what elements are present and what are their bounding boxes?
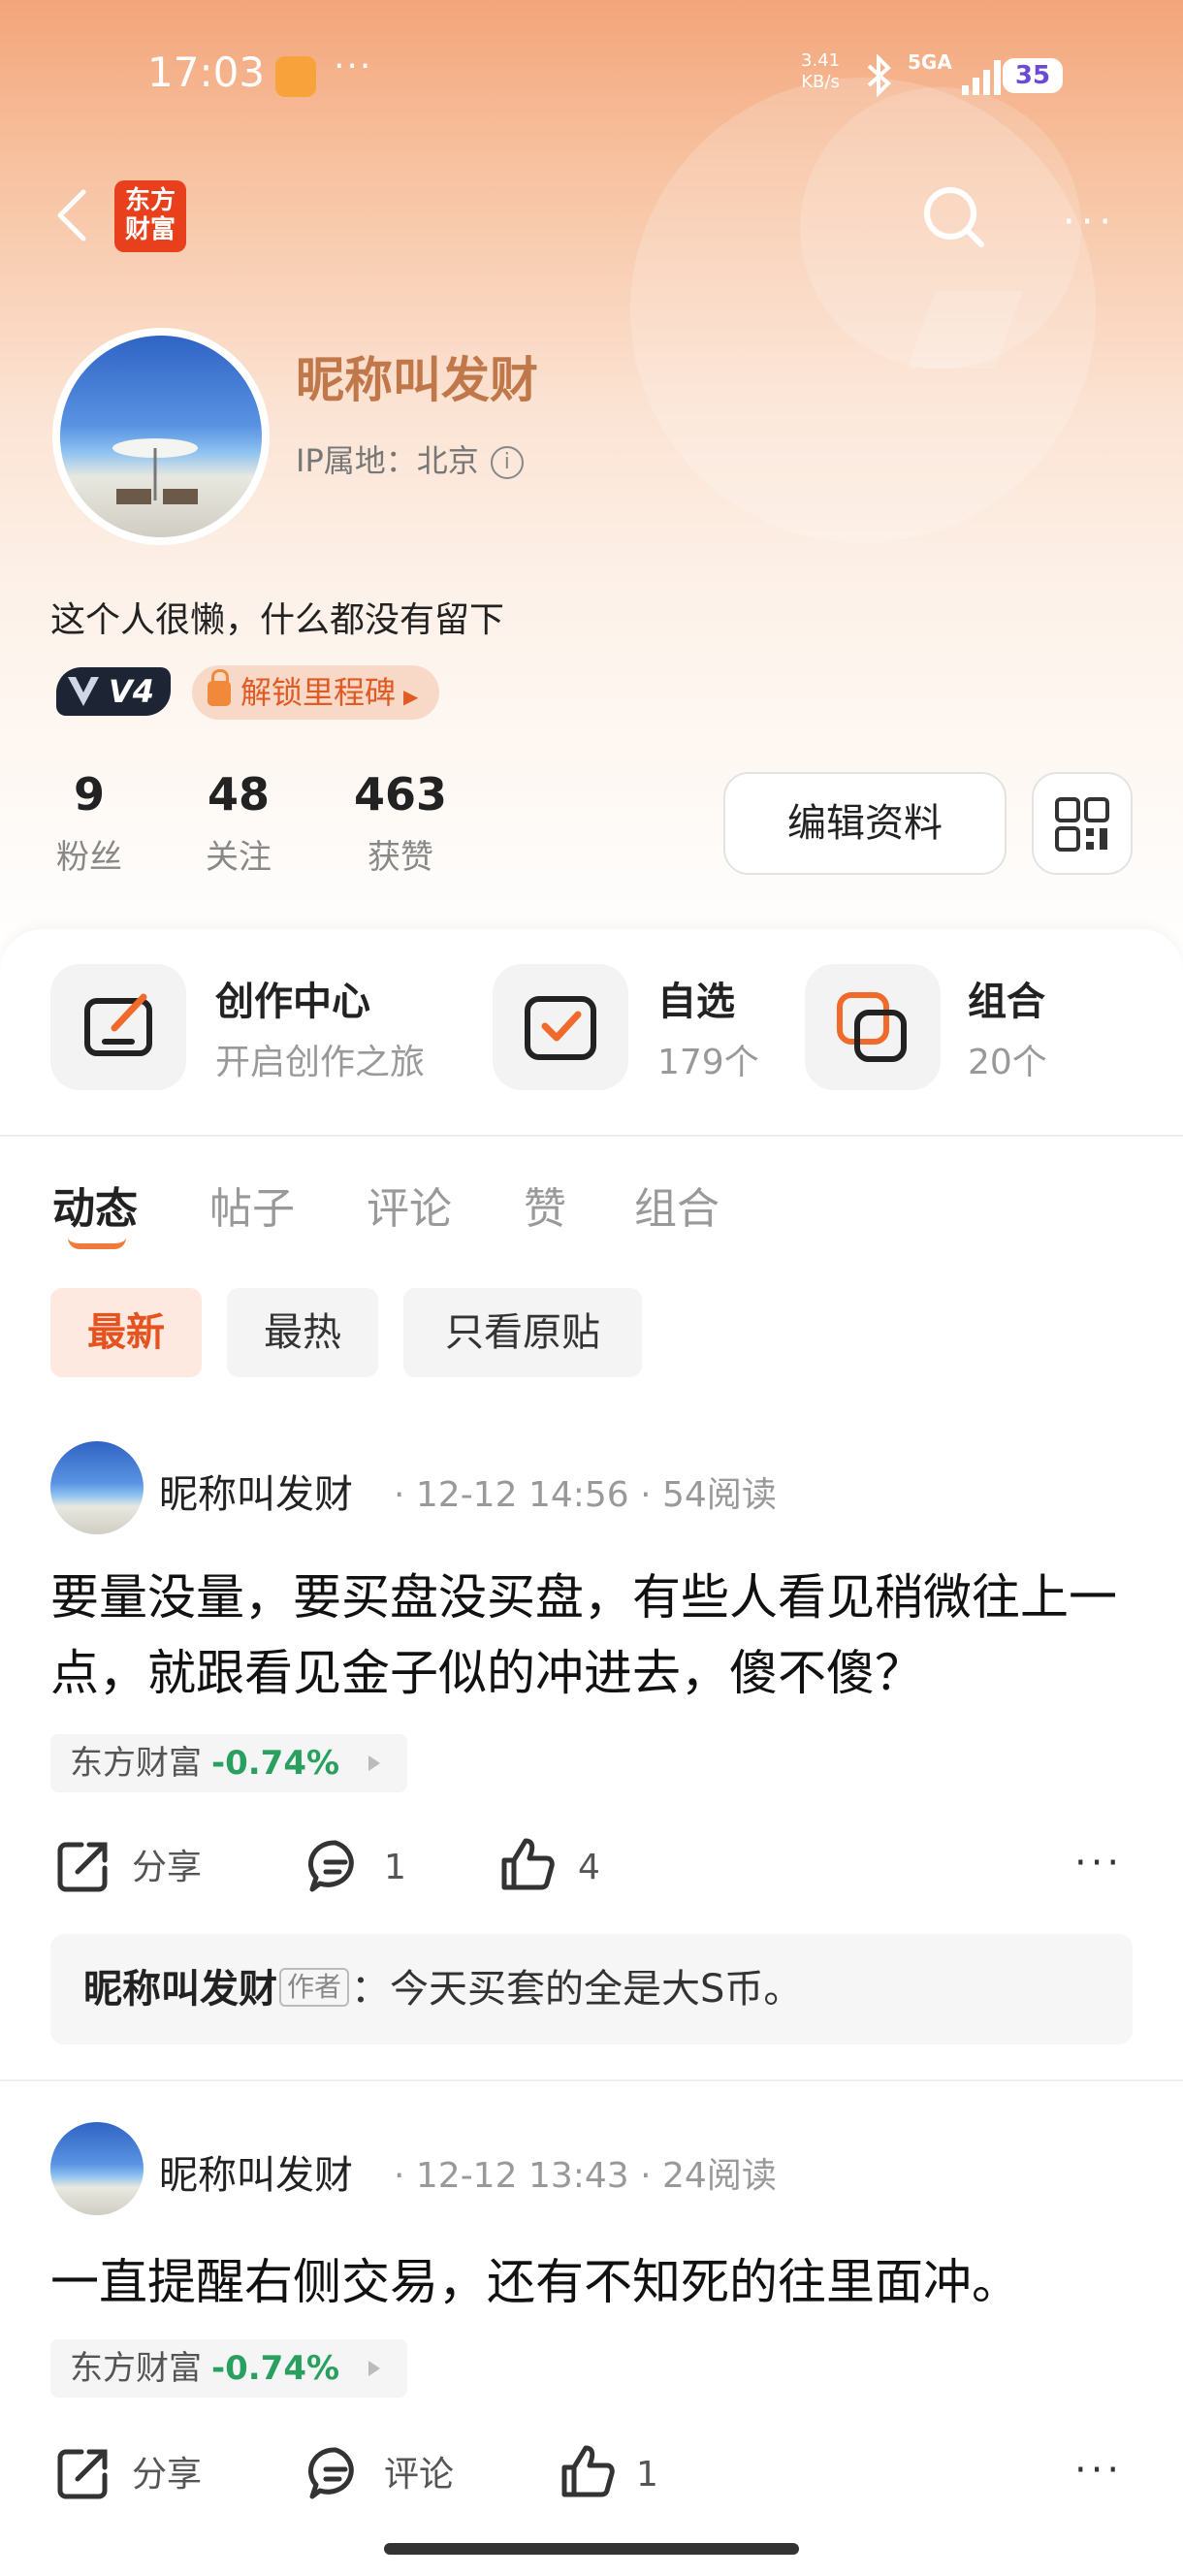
stat-followers[interactable]: 9 粉丝 — [56, 768, 122, 878]
comment-icon[interactable] — [306, 1837, 365, 1895]
profile-bio: 这个人很懒，什么都没有留下 — [50, 600, 505, 640]
followers-label: 粉丝 — [56, 838, 122, 877]
like-icon[interactable] — [559, 2442, 617, 2500]
reply-author: 昵称叫发财 — [83, 1967, 277, 2012]
shortcut-subtitle: 20个 — [968, 1043, 1047, 1082]
level-text: V4 — [109, 673, 155, 710]
tab-likes[interactable]: 赞 — [524, 1174, 566, 1236]
tab-comments[interactable]: 评论 — [367, 1174, 452, 1236]
like-count[interactable]: 1 — [636, 2446, 658, 2504]
stock-name: 东方财富 — [70, 2349, 202, 2388]
shortcut-card: 创作中心 开启创作之旅 自选 179个 组合 20个 — [0, 929, 1183, 1135]
reply-preview[interactable]: 昵称叫发财 作者 ：今天买套的全是大S币。 — [50, 1934, 1133, 2045]
avatar[interactable] — [50, 1441, 144, 1534]
notification-app-icon — [275, 56, 316, 97]
edit-icon — [50, 964, 186, 1090]
share-icon[interactable] — [54, 1837, 112, 1895]
more-icon[interactable]: ··· — [1063, 200, 1117, 244]
filter-latest[interactable]: 最新 — [50, 1288, 202, 1377]
post-text[interactable]: 要量没量，要买盘没买盘，有些人看见稍微往上一点，就跟看见金子似的冲进去，傻不傻？ — [50, 1560, 1136, 1711]
level-v-icon — [68, 677, 99, 706]
chevron-right-icon: ▶ — [403, 685, 419, 708]
ip-location: IP属地：北京 i — [296, 436, 524, 481]
stock-tag[interactable]: 东方财富 -0.74% — [50, 2339, 408, 2398]
shortcut-title: 自选 — [657, 980, 735, 1024]
status-bar: 17:03 ··· 3.41 KB/s 5GA 35 — [0, 0, 1183, 155]
divider — [0, 1135, 1183, 1137]
like-icon[interactable] — [498, 1835, 557, 1893]
stock-name: 东方财富 — [70, 1744, 202, 1783]
network-type: 5GA — [908, 50, 952, 74]
level-badge[interactable]: V4 — [56, 667, 171, 716]
avatar-image — [60, 336, 262, 537]
status-more-dots: ··· — [334, 47, 373, 86]
reply-text: ：今天买套的全是大S币。 — [351, 1967, 803, 2012]
ip-location-text: IP属地：北京 — [296, 442, 479, 479]
qr-code-icon — [1055, 797, 1109, 852]
profile-avatar[interactable] — [52, 328, 270, 545]
app-logo[interactable]: 东方财富 — [114, 180, 186, 252]
post-divider — [0, 2079, 1183, 2081]
post-more-icon[interactable]: ··· — [1074, 2448, 1123, 2493]
bluetooth-icon — [867, 54, 891, 97]
stat-following[interactable]: 48 关注 — [200, 768, 277, 878]
qr-code-button[interactable] — [1032, 772, 1133, 875]
share-icon[interactable] — [54, 2444, 112, 2502]
comment-button[interactable]: 评论 — [384, 2446, 454, 2504]
network-speed: 3.41 KB/s — [801, 50, 840, 93]
post-text[interactable]: 一直提醒右侧交易，还有不知死的往里面冲。 — [50, 2244, 1136, 2320]
status-time: 17:03 — [147, 48, 266, 96]
shortcut-subtitle: 179个 — [657, 1043, 759, 1082]
tab-dynamics[interactable]: 动态 — [52, 1174, 138, 1236]
likes-count: 463 — [353, 768, 448, 821]
network-speed-unit: KB/s — [801, 72, 840, 92]
post-more-icon[interactable]: ··· — [1074, 1841, 1123, 1885]
following-label: 关注 — [206, 838, 272, 877]
shortcut-subtitle: 开启创作之旅 — [215, 1043, 426, 1082]
back-icon[interactable] — [50, 184, 93, 246]
post-meta: · 12-12 14:56 · 54阅读 — [394, 1475, 777, 1515]
shortcut-title: 创作中心 — [215, 980, 370, 1024]
battery-icon: 35 — [1003, 58, 1063, 93]
author-tag: 作者 — [279, 1968, 350, 2007]
post-author[interactable]: 昵称叫发财 — [159, 2143, 353, 2200]
milestone-button[interactable]: 解锁里程碑 ▶ — [192, 665, 440, 720]
app-logo-text: 东方财富 — [125, 186, 176, 244]
home-indicator[interactable] — [384, 2543, 799, 2555]
tab-posts[interactable]: 帖子 — [209, 1174, 295, 1236]
chevron-right-icon — [368, 2361, 381, 2376]
chevron-right-icon — [368, 1755, 381, 1771]
share-button[interactable]: 分享 — [132, 2446, 202, 2504]
beach-umbrella-icon — [112, 438, 198, 504]
checkbox-icon — [493, 964, 628, 1090]
like-count[interactable]: 4 — [578, 1839, 600, 1897]
search-icon[interactable] — [919, 182, 989, 252]
following-count: 48 — [207, 768, 270, 821]
stock-change: -0.74% — [211, 2349, 340, 2388]
comment-icon[interactable] — [306, 2444, 365, 2502]
stock-tag[interactable]: 东方财富 -0.74% — [50, 1734, 408, 1792]
milestone-label: 解锁里程碑 — [240, 674, 397, 711]
signal-icon — [962, 60, 1001, 95]
tab-portfolio[interactable]: 组合 — [634, 1174, 719, 1236]
stock-change: -0.74% — [211, 1744, 340, 1783]
shortcut-title: 组合 — [968, 980, 1045, 1024]
comment-count[interactable]: 1 — [384, 1839, 406, 1897]
followers-count: 9 — [73, 768, 105, 821]
avatar[interactable] — [50, 2122, 144, 2215]
likes-label: 获赞 — [368, 838, 433, 877]
edit-profile-button[interactable]: 编辑资料 — [723, 772, 1007, 875]
network-speed-value: 3.41 — [801, 50, 841, 71]
post-author[interactable]: 昵称叫发财 — [159, 1463, 353, 1519]
share-button[interactable]: 分享 — [132, 1839, 202, 1897]
info-icon[interactable]: i — [490, 446, 524, 479]
profile-nickname: 昵称叫发财 — [296, 352, 538, 408]
portfolio-icon — [805, 964, 941, 1090]
lock-icon — [208, 669, 231, 706]
filter-hottest[interactable]: 最热 — [227, 1288, 378, 1377]
stat-likes[interactable]: 463 获赞 — [347, 768, 454, 878]
post-meta: · 12-12 13:43 · 24阅读 — [394, 2156, 777, 2196]
filter-original-only[interactable]: 只看原贴 — [403, 1288, 642, 1377]
active-tab-indicator — [68, 1238, 126, 1249]
